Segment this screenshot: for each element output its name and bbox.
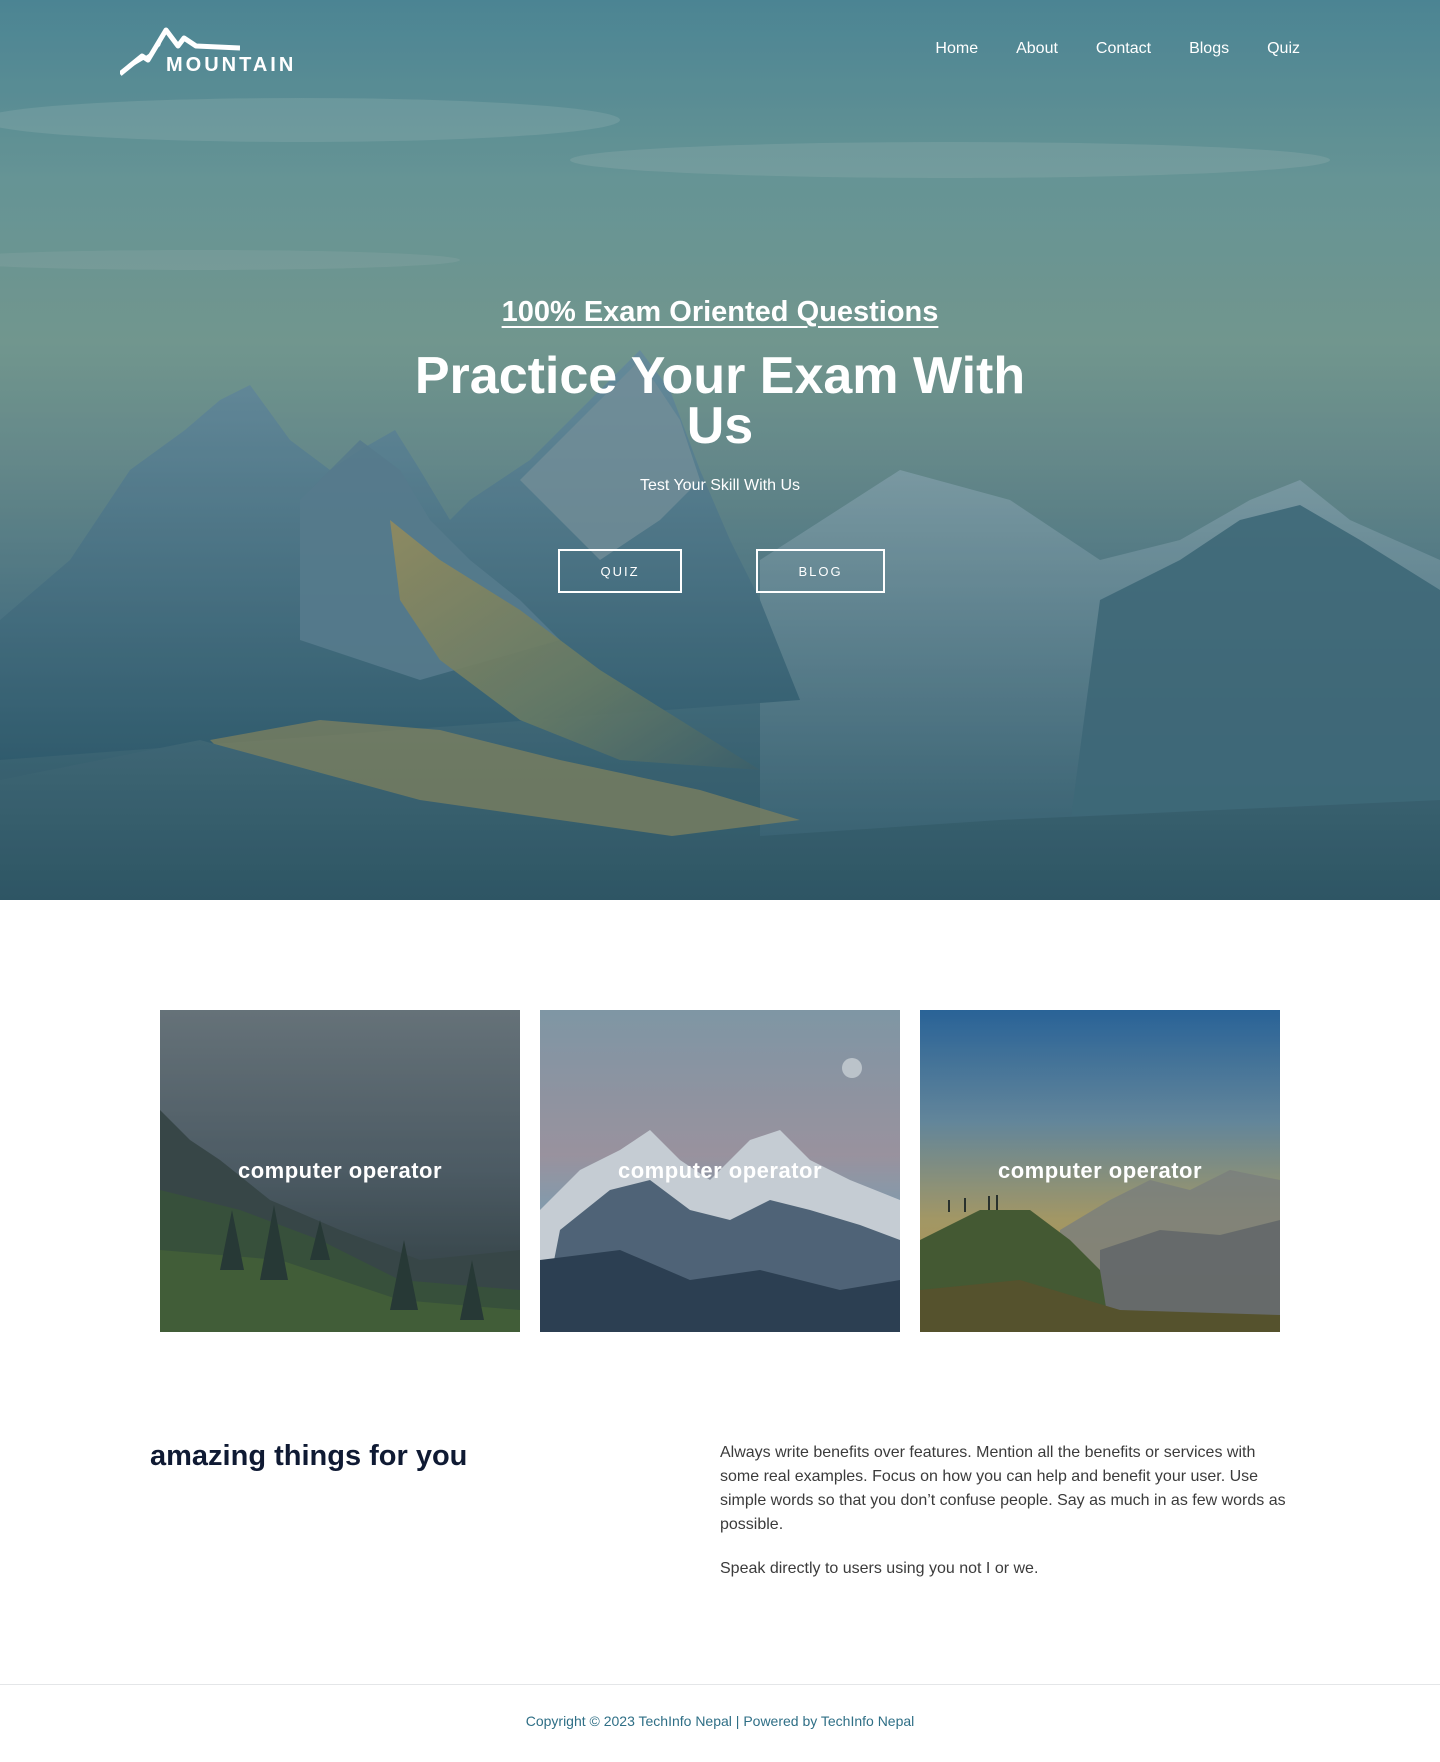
category-cards: computer operator computer operator comp… [160,1010,1280,1332]
feature-description: Always write benefits over features. Men… [720,1441,1294,1601]
site-header: MOUNTAIN Home About Contact Blogs Quiz [0,0,1440,100]
nav-quiz-link[interactable]: Quiz [1267,40,1300,58]
footer-copyright[interactable]: Copyright © 2023 TechInfo Nepal | Powere… [526,1713,915,1729]
hero-subline: Test Your Skill With Us [639,477,801,494]
site-footer: Copyright © 2023 TechInfo Nepal | Powere… [0,1713,1440,1729]
hero-headline: Practice Your Exam With Us [414,347,1026,455]
nav-blogs-link[interactable]: Blogs [1189,40,1229,58]
category-card[interactable]: computer operator [160,1010,520,1332]
card-title: computer operator [237,1158,443,1183]
hero-content: 100% Exam Oriented Questions Practice Yo… [0,296,1440,495]
main-navigation: Home About Contact Blogs Quiz [935,40,1300,58]
category-card[interactable]: computer operator [920,1010,1280,1332]
site-logo[interactable]: MOUNTAIN [120,26,310,78]
nav-home-link[interactable]: Home [935,40,978,58]
blog-button[interactable]: BLOG [756,549,885,593]
feature-paragraph: Speak directly to users using you not I … [720,1560,1039,1577]
quiz-button[interactable]: QUIZ [558,549,682,593]
feature-heading: amazing things for you [150,1440,468,1472]
hero-section: MOUNTAIN Home About Contact Blogs Quiz 1… [0,0,1440,900]
card-title: computer operator [997,1158,1203,1183]
hero-eyebrow: 100% Exam Oriented Questions [501,296,939,328]
hero-buttons: QUIZ BLOG [0,549,1440,597]
category-card[interactable]: computer operator [540,1010,900,1332]
nav-about-link[interactable]: About [1016,40,1058,58]
card-title: computer operator [617,1158,823,1183]
nav-contact-link[interactable]: Contact [1096,40,1151,58]
feature-paragraph: Always write benefits over features. Men… [720,1444,1286,1533]
logo-wordmark: MOUNTAIN [166,54,297,76]
footer-divider [0,1684,1440,1685]
